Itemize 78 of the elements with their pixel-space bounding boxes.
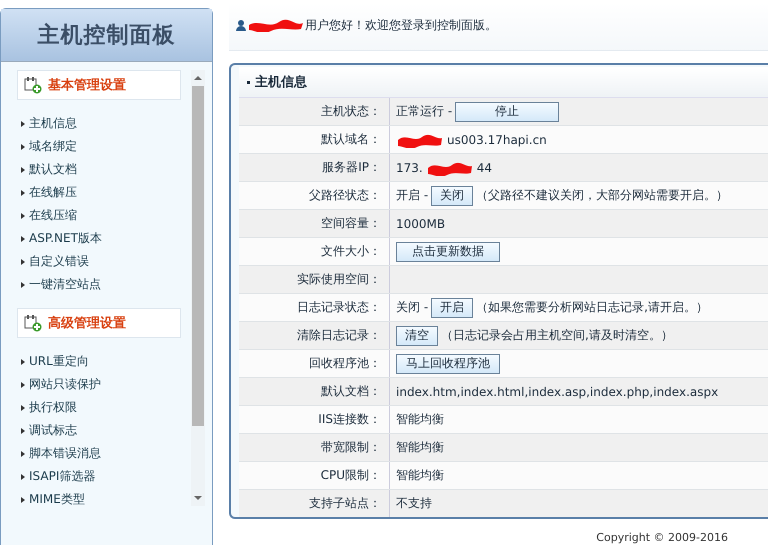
triangle-icon <box>21 496 25 502</box>
menu-link[interactable]: 主机信息 <box>21 112 181 135</box>
action-button[interactable]: 关闭 <box>431 186 474 206</box>
field-label: 父路径状态： <box>239 182 390 209</box>
menu-link[interactable]: 域名绑定 <box>21 135 181 158</box>
menu-link[interactable]: 默认文档 <box>21 158 181 181</box>
field-value: （父路径不建议关闭，大部分网站需要开启。） <box>476 187 728 204</box>
triangle-icon <box>21 144 25 150</box>
triangle-icon <box>21 382 25 388</box>
triangle-icon <box>21 212 25 218</box>
field-value: （如果您需要分析网站日志记录,请开启。） <box>476 299 708 316</box>
triangle-icon <box>21 166 25 172</box>
field-label: 主机状态： <box>239 98 390 125</box>
triangle-icon <box>21 282 25 288</box>
redaction-mark <box>247 18 305 32</box>
triangle-icon <box>21 428 25 434</box>
triangle-icon <box>21 236 25 242</box>
menu-link[interactable]: 自定义错误 <box>21 250 181 273</box>
field-label: 支持子站点： <box>239 490 390 517</box>
menu-link[interactable]: 一键清空站点 <box>21 273 181 296</box>
field-value: 不支持 <box>396 495 432 512</box>
action-button[interactable]: 开启 <box>431 298 474 318</box>
panel-title: 主机控制面板 <box>38 22 176 50</box>
field-value: 44 <box>476 160 492 174</box>
field-value: 智能均衡 <box>396 439 444 456</box>
triangle-icon <box>21 404 25 410</box>
field-label: 日志记录状态： <box>239 294 390 321</box>
field-value: 关闭 - <box>396 299 428 316</box>
action-button[interactable]: 点击更新数据 <box>396 242 500 262</box>
user-icon <box>235 19 247 31</box>
menu-link[interactable]: 脚本错误消息 <box>21 442 181 465</box>
menu-link[interactable]: MIME类型 <box>21 488 181 511</box>
field-label: 服务器IP： <box>239 154 390 181</box>
field-label: 实际使用空间： <box>239 266 390 293</box>
field-value: index.htm,index.html,index.asp,index.php,index.aspx <box>396 384 718 398</box>
menu-link[interactable]: 在线解压 <box>21 181 181 204</box>
menu-link[interactable]: 调试标志 <box>21 419 181 442</box>
field-value: （日志记录会占用主机空间,请及时清空。） <box>441 327 673 344</box>
field-label: 清除日志记录： <box>239 322 390 349</box>
field-value: 智能均衡 <box>396 411 444 428</box>
scroll-thumb[interactable] <box>192 86 204 426</box>
triangle-icon <box>21 450 25 456</box>
field-value: 1000MB <box>396 216 446 230</box>
action-button[interactable]: 马上回收程序池 <box>396 354 500 374</box>
menu-link[interactable]: 执行权限 <box>21 396 181 419</box>
folder-add-icon <box>24 314 42 332</box>
copyright-text: Copyright © 2009-2016 <box>596 531 728 544</box>
field-label: 回收程序池： <box>239 350 390 377</box>
menu-link[interactable]: ISAPI筛选器 <box>21 465 181 488</box>
field-value: 173. <box>396 160 423 174</box>
section-title: 基本管理设置 <box>48 77 126 94</box>
field-label: 带宽限制： <box>239 434 390 461</box>
action-button[interactable]: 停止 <box>455 102 560 122</box>
panel-heading: 主机信息 <box>239 73 307 91</box>
scrollbar[interactable] <box>191 70 205 506</box>
greeting-text: 用户您好！欢迎您登录到控制面版。 <box>305 16 497 34</box>
menu-link[interactable]: ASP.NET版本 <box>21 227 181 250</box>
menu-link[interactable]: 网站只读保护 <box>21 373 181 396</box>
field-label: IIS连接数： <box>239 406 390 433</box>
triangle-icon <box>21 358 25 364</box>
field-label: 空间容量： <box>239 210 390 237</box>
triangle-icon <box>21 474 25 480</box>
triangle-icon <box>21 120 25 126</box>
field-label: 默认域名： <box>239 126 390 153</box>
field-value: 开启 - <box>396 187 428 204</box>
menu-link[interactable]: URL重定向 <box>21 350 181 373</box>
field-label: CPU限制： <box>239 462 390 489</box>
field-label: 默认文档： <box>239 378 390 405</box>
folder-add-icon <box>24 76 42 94</box>
triangle-icon <box>21 258 25 264</box>
menu-link[interactable]: 在线压缩 <box>21 204 181 227</box>
section-title: 高级管理设置 <box>48 314 126 332</box>
field-value: us003.17hapi.cn <box>447 132 547 146</box>
action-button[interactable]: 清空 <box>396 326 438 346</box>
field-value: 智能均衡 <box>396 467 444 484</box>
field-label: 文件大小： <box>239 238 390 265</box>
triangle-icon <box>21 190 25 196</box>
field-value: 正常运行 - <box>396 103 452 120</box>
